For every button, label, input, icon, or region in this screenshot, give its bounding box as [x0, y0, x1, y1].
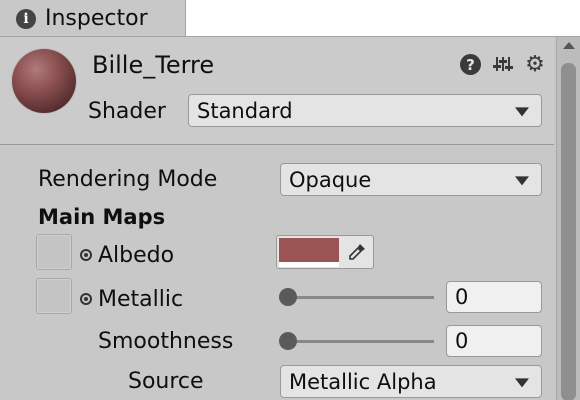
chevron-down-icon [515, 106, 529, 116]
albedo-color-swatch[interactable] [279, 238, 339, 263]
alpha-bar [279, 263, 339, 267]
gear-icon[interactable]: ⚙ [524, 52, 546, 77]
main-maps-heading: Main Maps [38, 205, 166, 229]
presets-icon[interactable] [492, 53, 514, 75]
tab-title: Inspector [45, 6, 148, 31]
vertical-scrollbar[interactable] [556, 37, 580, 400]
tab-inspector[interactable]: i Inspector [0, 0, 186, 37]
metallic-slider-track[interactable] [284, 296, 434, 299]
chevron-down-icon [515, 377, 529, 387]
albedo-object-picker-icon[interactable] [80, 249, 92, 261]
albedo-texture-slot[interactable] [36, 234, 72, 270]
smoothness-slider-track[interactable] [284, 340, 434, 343]
smoothness-slider-knob[interactable] [279, 332, 297, 350]
shader-label: Shader [88, 99, 166, 124]
smoothness-value-field[interactable]: 0 [446, 325, 542, 357]
metallic-texture-slot[interactable] [36, 278, 72, 314]
smoothness-label: Smoothness [98, 329, 234, 354]
material-preview [12, 49, 76, 113]
material-header: Bille_Terre ? ⚙ Shader Standard [0, 37, 554, 145]
chevron-down-icon [515, 175, 529, 185]
source-value: Metallic Alpha [289, 369, 437, 394]
albedo-color-field[interactable] [276, 235, 374, 269]
metallic-slider-knob[interactable] [279, 288, 297, 306]
material-name: Bille_Terre [92, 51, 215, 79]
metallic-value-field[interactable]: 0 [446, 281, 542, 313]
rendering-mode-dropdown[interactable]: Opaque [280, 163, 542, 196]
help-icon[interactable]: ? [460, 54, 481, 75]
metallic-object-picker-icon[interactable] [80, 293, 92, 305]
rendering-mode-label: Rendering Mode [38, 167, 218, 192]
eyedropper-icon[interactable] [345, 240, 369, 264]
scroll-up-arrow-icon[interactable] [563, 42, 575, 49]
info-icon: i [16, 8, 36, 29]
shader-value: Standard [197, 98, 293, 123]
rendering-mode-value: Opaque [289, 167, 372, 192]
albedo-label: Albedo [98, 243, 175, 268]
metallic-label: Metallic [98, 287, 184, 312]
inspector-panel: Bille_Terre ? ⚙ Shader Standard Renderin… [0, 36, 580, 400]
tab-bar: i Inspector [0, 0, 580, 37]
source-dropdown[interactable]: Metallic Alpha [280, 365, 542, 398]
shader-dropdown[interactable]: Standard [188, 94, 542, 127]
scrollbar-thumb[interactable] [561, 63, 576, 400]
source-label: Source [128, 369, 204, 394]
